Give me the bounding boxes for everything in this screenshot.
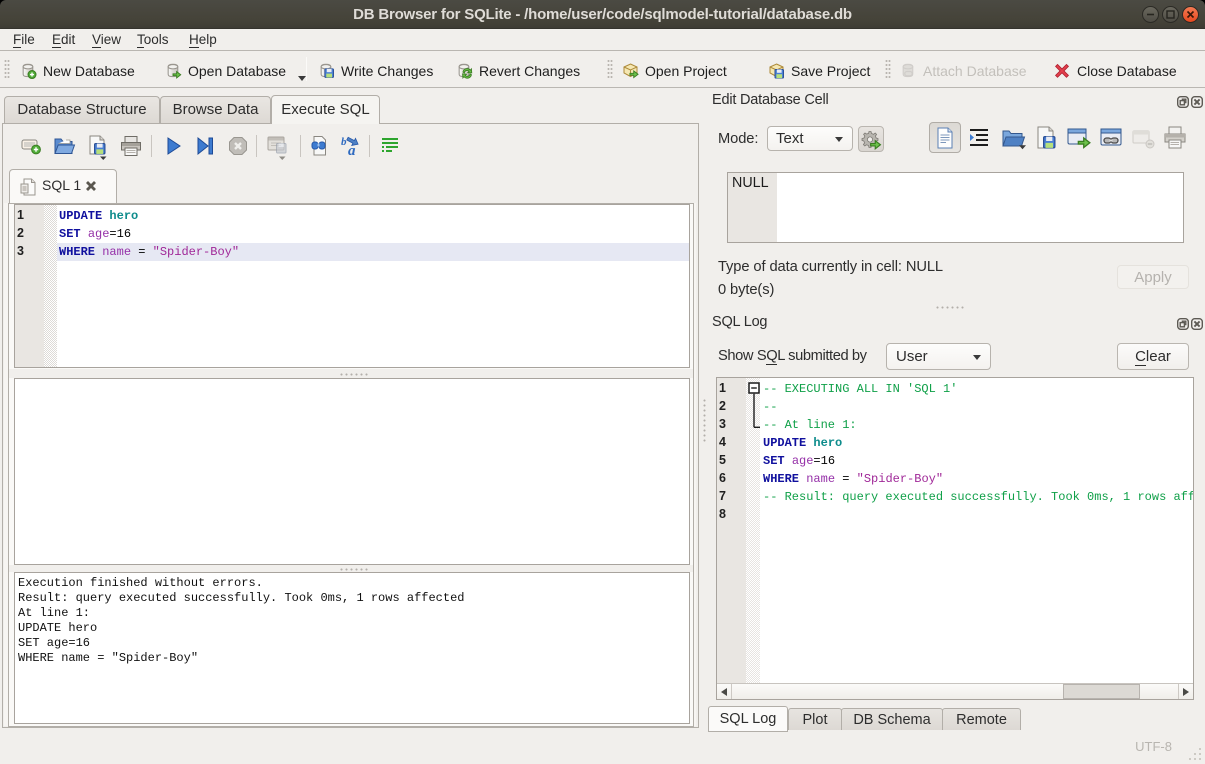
svg-text:b: b [341, 136, 347, 148]
